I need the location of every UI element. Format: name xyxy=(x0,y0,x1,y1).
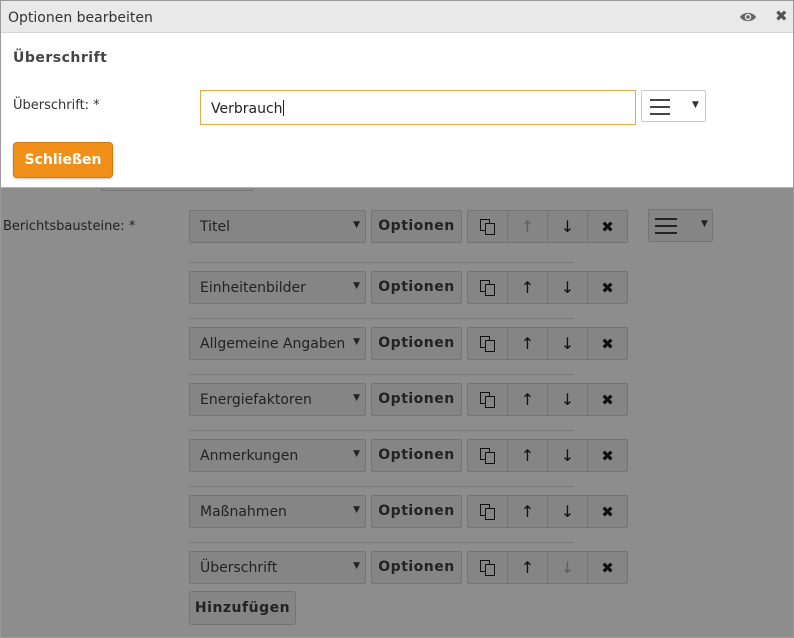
add-module-button[interactable]: Hinzufügen xyxy=(189,591,296,625)
module-select[interactable]: Überschrift ▼ xyxy=(189,551,366,584)
remove-icon[interactable]: ✖ xyxy=(588,328,627,359)
row-separator xyxy=(189,374,574,375)
arrow-up-icon[interactable]: ↑ xyxy=(508,384,548,415)
copy-icon[interactable] xyxy=(468,272,508,303)
row-action-group: ↑ ↓ ✖ xyxy=(467,210,628,243)
window: Optionen bearbeiten ✖ Überschrift Übersc… xyxy=(0,0,794,638)
options-button[interactable]: Optionen xyxy=(371,383,462,416)
options-button[interactable]: Optionen xyxy=(371,551,462,584)
options-dialog: Optionen bearbeiten ✖ Überschrift Übersc… xyxy=(1,1,793,188)
row-separator xyxy=(189,430,574,431)
module-select-value: Anmerkungen xyxy=(200,448,299,464)
copy-icon[interactable] xyxy=(468,328,508,359)
arrow-up-icon[interactable]: ↑ xyxy=(508,440,548,471)
row-action-group: ↑ ↓ ✖ xyxy=(467,439,628,472)
chevron-down-icon: ▼ xyxy=(353,220,360,230)
dialog-title: Optionen bearbeiten xyxy=(8,10,153,26)
module-select[interactable]: Energiefaktoren ▼ xyxy=(189,383,366,416)
module-select-value: Überschrift xyxy=(200,560,278,576)
remove-icon[interactable]: ✖ xyxy=(588,384,627,415)
row-action-group: ↑ ↓ ✖ xyxy=(467,551,628,584)
row-separator xyxy=(189,486,574,487)
options-button[interactable]: Optionen xyxy=(371,439,462,472)
chevron-down-icon: ▼ xyxy=(353,449,360,459)
hamburger-menu-icon xyxy=(650,99,670,115)
copy-icon[interactable] xyxy=(468,211,508,242)
copy-icon[interactable] xyxy=(468,552,508,583)
form-format-select[interactable]: ▼ xyxy=(648,209,713,242)
row-action-group: ↑ ↓ ✖ xyxy=(467,495,628,528)
arrow-up-icon[interactable]: ↑ xyxy=(508,496,548,527)
arrow-down-icon[interactable]: ↓ xyxy=(548,552,588,583)
module-select[interactable]: Titel ▼ xyxy=(189,210,366,243)
module-select-value: Titel xyxy=(200,219,231,235)
hamburger-menu-icon xyxy=(655,218,677,234)
row-separator xyxy=(189,542,574,543)
remove-icon[interactable]: ✖ xyxy=(588,211,627,242)
arrow-down-icon[interactable]: ↓ xyxy=(548,211,588,242)
module-select-value: Einheitenbilder xyxy=(200,280,306,296)
remove-icon[interactable]: ✖ xyxy=(588,272,627,303)
module-select-value: Allgemeine Angaben xyxy=(200,336,346,352)
row-separator xyxy=(189,318,574,319)
options-button[interactable]: Optionen xyxy=(371,271,462,304)
module-select[interactable]: Allgemeine Angaben ▼ xyxy=(189,327,366,360)
close-icon[interactable]: ✖ xyxy=(775,9,788,24)
row-action-group: ↑ ↓ ✖ xyxy=(467,383,628,416)
remove-icon[interactable]: ✖ xyxy=(588,496,627,527)
module-select[interactable]: Einheitenbilder ▼ xyxy=(189,271,366,304)
heading-input-value: Verbrauch xyxy=(211,101,283,117)
chevron-down-icon: ▼ xyxy=(353,561,360,571)
options-button[interactable]: Optionen xyxy=(371,210,462,243)
report-form-background: Berichtsbausteine: * ▼ Titel ▼ Optionen ↑ ↓ ✖… xyxy=(1,185,793,637)
remove-icon[interactable]: ✖ xyxy=(588,552,627,583)
heading-input[interactable]: Verbrauch xyxy=(200,90,636,125)
copy-icon[interactable] xyxy=(468,496,508,527)
arrow-up-icon[interactable]: ↑ xyxy=(508,211,548,242)
arrow-down-icon[interactable]: ↓ xyxy=(548,384,588,415)
module-select[interactable]: Maßnahmen ▼ xyxy=(189,495,366,528)
chevron-down-icon: ▼ xyxy=(692,100,699,110)
options-button[interactable]: Optionen xyxy=(371,495,462,528)
chevron-down-icon: ▼ xyxy=(353,393,360,403)
heading-field-label: Überschrift: * xyxy=(13,98,100,113)
arrow-down-icon[interactable]: ↓ xyxy=(548,440,588,471)
dialog-titlebar: Optionen bearbeiten ✖ xyxy=(1,1,793,33)
close-dialog-button[interactable]: Schließen xyxy=(13,142,113,178)
module-select-value: Maßnahmen xyxy=(200,504,287,520)
module-select-value: Energiefaktoren xyxy=(200,392,312,408)
arrow-up-icon[interactable]: ↑ xyxy=(508,272,548,303)
eye-icon[interactable] xyxy=(739,10,757,24)
remove-icon[interactable]: ✖ xyxy=(588,440,627,471)
report-modules-label: Berichtsbausteine: * xyxy=(3,219,136,234)
chevron-down-icon: ▼ xyxy=(353,505,360,515)
chevron-down-icon: ▼ xyxy=(353,337,360,347)
arrow-down-icon[interactable]: ↓ xyxy=(548,496,588,527)
arrow-down-icon[interactable]: ↓ xyxy=(548,272,588,303)
row-action-group: ↑ ↓ ✖ xyxy=(467,327,628,360)
options-button[interactable]: Optionen xyxy=(371,327,462,360)
copy-icon[interactable] xyxy=(468,384,508,415)
section-title: Überschrift xyxy=(13,50,108,66)
module-select[interactable]: Anmerkungen ▼ xyxy=(189,439,366,472)
arrow-up-icon[interactable]: ↑ xyxy=(508,552,548,583)
arrow-down-icon[interactable]: ↓ xyxy=(548,328,588,359)
text-caret xyxy=(282,100,284,116)
chevron-down-icon: ▼ xyxy=(353,281,360,291)
row-separator xyxy=(189,262,574,263)
row-action-group: ↑ ↓ ✖ xyxy=(467,271,628,304)
copy-icon[interactable] xyxy=(468,440,508,471)
arrow-up-icon[interactable]: ↑ xyxy=(508,328,548,359)
chevron-down-icon: ▼ xyxy=(701,219,708,229)
format-select[interactable]: ▼ xyxy=(641,90,706,122)
